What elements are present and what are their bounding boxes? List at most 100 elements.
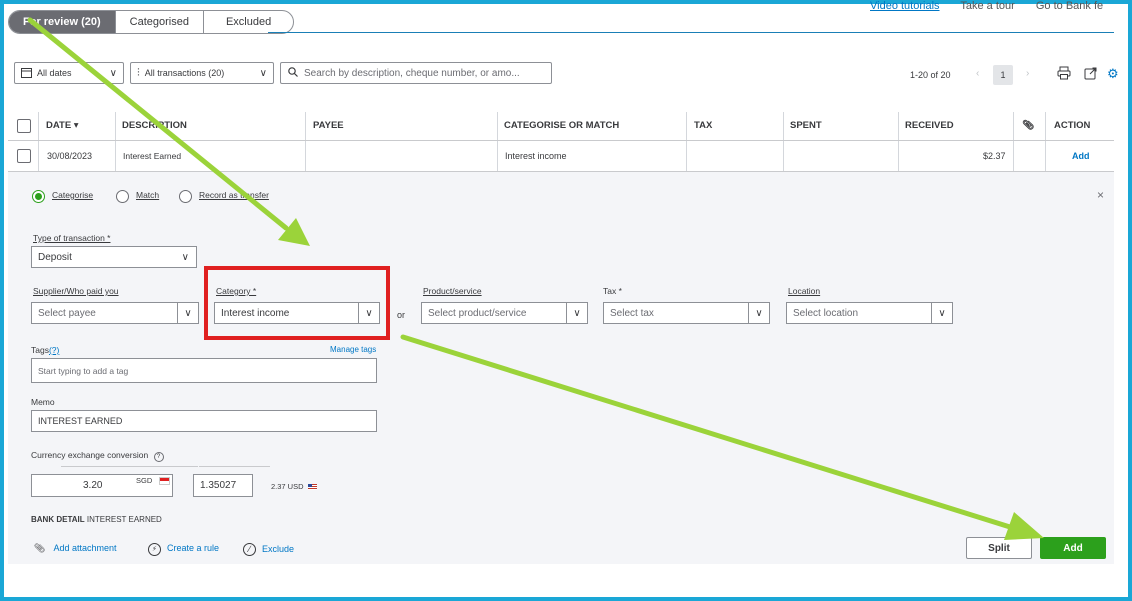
amount-input[interactable]: 3.20 SGD [31, 474, 173, 497]
transfer-radio[interactable] [179, 190, 192, 203]
help-icon[interactable]: ? [153, 452, 164, 462]
type-label: Type of transaction * [33, 233, 111, 243]
tax-placeholder: Select tax [610, 307, 654, 319]
header-spent: SPENT [790, 120, 822, 131]
lightning-circle-icon: ⚡︎ [148, 543, 161, 556]
product-label: Product/service [423, 286, 482, 296]
print-icon[interactable] [1057, 66, 1071, 83]
table-row[interactable]: 30/08/2023 Interest Earned Interest inco… [8, 141, 1114, 172]
rate-value: 1.35027 [200, 480, 237, 491]
currency-code: SGD [136, 476, 153, 485]
header-action: ACTION [1054, 120, 1091, 131]
column-divider [1013, 141, 1014, 171]
block-icon: ∕ [243, 543, 256, 556]
supplier-label: Supplier/Who paid you [33, 286, 119, 296]
currency-divider [199, 466, 270, 467]
transaction-filter[interactable]: ⫶ All transactions (20) ∨ [130, 62, 274, 84]
chevron-down-icon: ∨ [109, 67, 117, 79]
location-placeholder: Select location [793, 307, 859, 319]
pagination-range: 1-20 of 20 [910, 70, 951, 80]
tab-for-review[interactable]: For review (20) [9, 11, 116, 33]
column-divider [898, 141, 899, 171]
memo-label: Memo [31, 397, 55, 407]
us-flag-icon [307, 484, 317, 491]
row-description: Interest Earned [123, 151, 182, 161]
payee-select[interactable]: Select payee ∨ [31, 302, 199, 324]
bank-detail: BANK DETAIL INTEREST EARNED [31, 515, 162, 524]
payee-placeholder: Select payee [38, 307, 96, 319]
product-select[interactable]: Select product/service ∨ [421, 302, 588, 324]
column-divider [1045, 141, 1046, 171]
location-select[interactable]: Select location ∨ [786, 302, 953, 324]
tax-select[interactable]: Select tax ∨ [603, 302, 770, 324]
select-all-checkbox[interactable] [17, 119, 31, 133]
categorise-label[interactable]: Categorise [52, 190, 93, 200]
converted-amount: 2.37 USD [271, 482, 317, 491]
column-divider [898, 112, 899, 140]
rate-input[interactable]: 1.35027 [193, 474, 253, 497]
tab-excluded[interactable]: Excluded [204, 11, 293, 33]
video-tutorials-link[interactable]: Video tutorials [870, 0, 940, 12]
next-page-icon[interactable]: › [1026, 68, 1029, 79]
column-divider [305, 141, 306, 171]
chevron-down-icon: ∨ [181, 251, 189, 263]
row-received: $2.37 [983, 151, 1006, 161]
header-description: DESCRIPTION [122, 120, 187, 131]
column-divider [1045, 112, 1046, 140]
column-divider [497, 141, 498, 171]
tab-categorised[interactable]: Categorised [116, 11, 204, 33]
row-checkbox[interactable] [17, 149, 31, 163]
split-button[interactable]: Split [966, 537, 1032, 559]
tags-input[interactable]: Start typing to add a tag [31, 358, 377, 383]
column-divider [783, 141, 784, 171]
go-to-bank-feeds-link[interactable]: Go to Bank fe [1036, 0, 1103, 12]
add-attachment-link[interactable]: 📎︎ Add attachment [34, 543, 116, 554]
row-add-link[interactable]: Add [1072, 141, 1090, 171]
transfer-label[interactable]: Record as transfer [199, 190, 269, 200]
memo-input[interactable]: INTEREST EARNED [31, 410, 377, 432]
column-divider [38, 112, 39, 140]
header-date[interactable]: DATE ▾ [46, 112, 79, 140]
tags-label: Tags(?) [31, 345, 60, 355]
current-page[interactable]: 1 [993, 65, 1013, 85]
manage-tags-link[interactable]: Manage tags [330, 345, 376, 354]
date-filter[interactable]: All dates ∨ [14, 62, 124, 84]
column-divider [115, 112, 116, 140]
location-label: Location [788, 286, 821, 296]
search-input[interactable]: Search by description, cheque number, or… [280, 62, 552, 84]
table-header: DATE ▾ DESCRIPTION PAYEE CATEGORISE OR M… [8, 112, 1114, 141]
header-categorise: CATEGORISE OR MATCH [504, 120, 620, 131]
create-rule-link[interactable]: ⚡︎ Create a rule [148, 543, 219, 556]
close-icon[interactable]: × [1097, 188, 1104, 202]
top-links: Video tutorials Take a tour Go to Bank f… [870, 0, 1121, 12]
chevron-down-icon: ∨ [931, 303, 952, 323]
sort-down-icon: ▾ [73, 120, 79, 131]
currency-label: Currency exchange conversion ? [31, 450, 164, 462]
settings-icon[interactable]: ⚙ [1107, 66, 1119, 82]
match-label[interactable]: Match [136, 190, 159, 200]
tags-placeholder: Start typing to add a tag [38, 365, 129, 376]
column-divider [686, 112, 687, 140]
exclude-link[interactable]: ∕ Exclude [243, 543, 294, 556]
take-a-tour-link[interactable]: Take a tour [960, 0, 1014, 12]
category-highlight-box [204, 266, 390, 340]
match-radio[interactable] [116, 190, 129, 203]
type-value: Deposit [38, 251, 72, 263]
tab-underline [268, 32, 1114, 33]
sg-flag-icon [159, 477, 170, 485]
review-tabs: For review (20) Categorised Excluded [8, 10, 295, 34]
calendar-icon [21, 67, 32, 80]
tags-help-link[interactable]: (?) [49, 345, 59, 355]
column-divider [783, 112, 784, 140]
categorise-radio[interactable] [32, 190, 45, 203]
add-button[interactable]: Add [1040, 537, 1106, 559]
filter-sliders-icon: ⫶ [137, 66, 140, 79]
column-divider [1013, 112, 1014, 140]
column-divider [686, 141, 687, 171]
chevron-down-icon: ∨ [177, 303, 198, 323]
type-select[interactable]: Deposit ∨ [31, 246, 197, 268]
tax-label: Tax * [603, 286, 622, 296]
attachment-icon: 📎︎ [1022, 120, 1035, 131]
export-icon[interactable] [1084, 66, 1098, 83]
prev-page-icon[interactable]: ‹ [976, 68, 979, 79]
